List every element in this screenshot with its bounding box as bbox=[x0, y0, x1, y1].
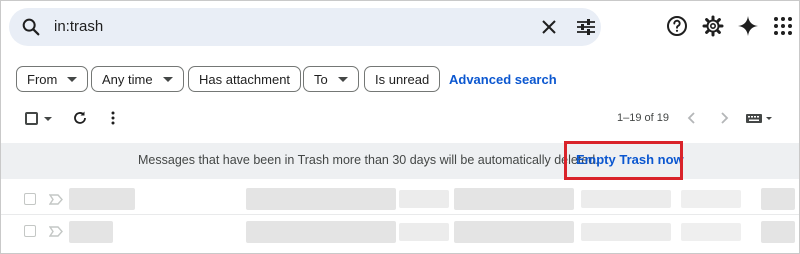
snippet-redacted bbox=[681, 190, 741, 208]
snippet-redacted bbox=[454, 188, 574, 210]
chevron-right-icon[interactable] bbox=[715, 109, 733, 127]
chevron-down-icon bbox=[162, 76, 173, 82]
filter-chip-is-unread[interactable]: Is unread bbox=[364, 66, 441, 92]
row-checkbox[interactable] bbox=[24, 193, 36, 205]
keyboard-icon[interactable] bbox=[745, 109, 775, 127]
chevron-down-icon bbox=[337, 76, 348, 82]
filter-chip-to[interactable]: To bbox=[303, 66, 359, 92]
pagination-count: 1–19 of 19 bbox=[617, 112, 669, 124]
tune-icon[interactable] bbox=[575, 17, 597, 37]
row-checkbox[interactable] bbox=[24, 225, 36, 237]
select-options-chevron-icon[interactable] bbox=[44, 117, 52, 121]
help-icon[interactable] bbox=[665, 14, 689, 38]
snippet-redacted bbox=[581, 223, 671, 241]
date-redacted bbox=[761, 221, 795, 243]
advanced-search-link[interactable]: Advanced search bbox=[449, 72, 557, 87]
refresh-icon[interactable] bbox=[71, 109, 89, 127]
more-vert-icon[interactable] bbox=[104, 109, 122, 127]
email-row[interactable] bbox=[1, 216, 799, 247]
chevron-down-icon bbox=[67, 76, 78, 82]
filter-chip-has-attachment[interactable]: Has attachment bbox=[188, 66, 302, 92]
search-icon[interactable] bbox=[20, 16, 42, 38]
filter-chip-any-time[interactable]: Any time bbox=[91, 66, 184, 92]
subject-redacted bbox=[399, 223, 449, 241]
sender-redacted bbox=[69, 221, 113, 243]
chip-label: To bbox=[314, 71, 328, 87]
subject-redacted bbox=[399, 190, 449, 208]
importance-marker-icon[interactable] bbox=[49, 226, 63, 237]
settings-gear-icon[interactable] bbox=[701, 14, 725, 38]
filter-chip-from[interactable]: From bbox=[16, 66, 89, 92]
banner-message: Messages that have been in Trash more th… bbox=[138, 153, 599, 167]
sender-redacted bbox=[69, 188, 135, 210]
chevron-left-icon[interactable] bbox=[683, 109, 701, 127]
email-row[interactable] bbox=[1, 184, 799, 215]
chip-label: From bbox=[27, 71, 58, 87]
subject-redacted bbox=[246, 221, 396, 243]
gemini-sparkle-icon[interactable] bbox=[736, 14, 760, 38]
search-query[interactable]: in:trash bbox=[54, 18, 103, 35]
chip-label: Is unread bbox=[375, 71, 430, 87]
select-all-checkbox[interactable] bbox=[25, 112, 38, 125]
close-icon[interactable] bbox=[539, 17, 559, 37]
snippet-redacted bbox=[581, 190, 671, 208]
chip-label: Has attachment bbox=[199, 71, 291, 87]
snippet-redacted bbox=[681, 223, 741, 241]
search-bar[interactable]: in:trash bbox=[9, 8, 601, 46]
highlight-box bbox=[564, 141, 683, 180]
date-redacted bbox=[761, 188, 795, 210]
apps-grid-icon[interactable] bbox=[771, 14, 795, 38]
importance-marker-icon[interactable] bbox=[49, 194, 63, 205]
subject-redacted bbox=[246, 188, 396, 210]
chip-label: Any time bbox=[102, 71, 153, 87]
snippet-redacted bbox=[454, 221, 574, 243]
